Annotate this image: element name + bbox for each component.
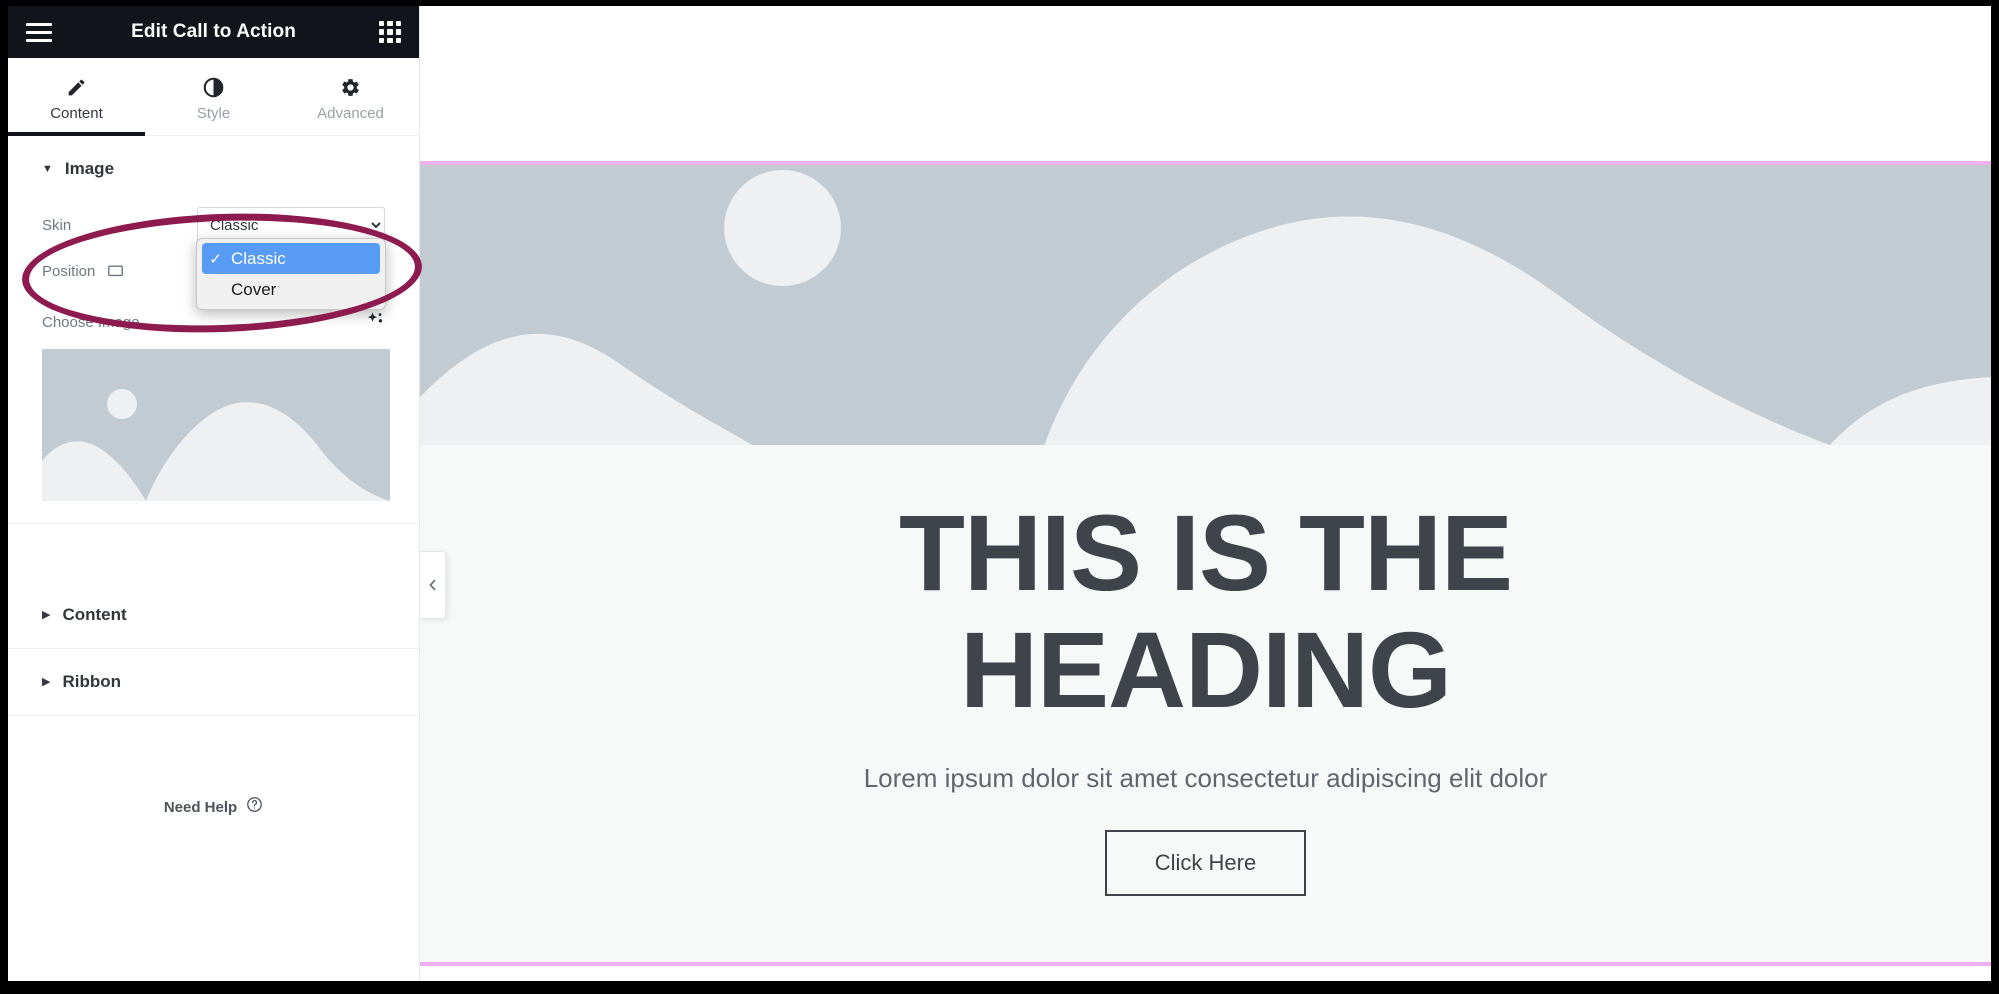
cta-description[interactable]: Lorem ipsum dolor sit amet consectetur a… bbox=[864, 763, 1548, 794]
app-viewport: THIS IS THE HEADING Lorem ipsum dolor si… bbox=[8, 6, 1991, 981]
panel-collapse-handle[interactable] bbox=[420, 551, 446, 619]
check-icon: ✓ bbox=[209, 250, 222, 268]
tab-advanced[interactable]: Advanced bbox=[282, 58, 419, 135]
pencil-icon bbox=[66, 77, 87, 98]
tab-content-label: Content bbox=[50, 105, 103, 122]
dropdown-option-cover-label: Cover bbox=[231, 279, 277, 299]
section-image-header[interactable]: ▼ Image bbox=[8, 136, 419, 202]
panel-tabs: Content Style Advanced bbox=[8, 58, 419, 136]
cta-body: THIS IS THE HEADING Lorem ipsum dolor si… bbox=[420, 445, 1991, 962]
grid-apps-icon[interactable] bbox=[379, 21, 401, 43]
section-image: ▼ Image Skin Classic Cover Position bbox=[8, 136, 419, 524]
skin-native-dropdown[interactable]: ✓ Classic Cover bbox=[196, 238, 386, 310]
skin-label: Skin bbox=[42, 216, 72, 234]
placeholder-landscape-icon bbox=[42, 349, 390, 501]
tab-content[interactable]: Content bbox=[8, 58, 145, 136]
editor-canvas: THIS IS THE HEADING Lorem ipsum dolor si… bbox=[420, 6, 1991, 981]
screenshot-root: THIS IS THE HEADING Lorem ipsum dolor si… bbox=[0, 0, 1999, 994]
question-circle-icon bbox=[246, 796, 263, 818]
dropdown-option-cover[interactable]: Cover bbox=[202, 274, 380, 305]
choose-image-label: Choose Image bbox=[42, 314, 140, 331]
gear-icon bbox=[340, 77, 361, 98]
need-help-link[interactable]: Need Help bbox=[8, 796, 419, 818]
placeholder-landscape-icon bbox=[420, 165, 1991, 445]
section-ribbon-title: Ribbon bbox=[62, 672, 122, 691]
tab-style[interactable]: Style bbox=[145, 58, 282, 135]
tab-advanced-label: Advanced bbox=[317, 105, 384, 122]
cta-hero-image[interactable] bbox=[420, 165, 1991, 445]
dropdown-option-classic[interactable]: ✓ Classic bbox=[202, 243, 380, 274]
caret-right-icon: ▶ bbox=[42, 675, 51, 688]
call-to-action-widget[interactable]: THIS IS THE HEADING Lorem ipsum dolor si… bbox=[420, 161, 1991, 966]
ai-sparkle-icon[interactable] bbox=[365, 310, 385, 335]
image-thumbnail[interactable] bbox=[42, 349, 390, 501]
tab-style-label: Style bbox=[196, 105, 231, 122]
section-content-title: Content bbox=[62, 605, 127, 624]
hamburger-icon[interactable] bbox=[26, 22, 52, 42]
choose-image-row: Choose Image bbox=[42, 310, 385, 335]
caret-down-icon: ▼ bbox=[42, 162, 53, 175]
elementor-settings-panel: Edit Call to Action Content Style Advanc… bbox=[8, 6, 424, 981]
section-ribbon-header[interactable]: ▶ Ribbon bbox=[8, 649, 419, 715]
section-content-header[interactable]: ▶ Content bbox=[8, 582, 419, 648]
cta-heading[interactable]: THIS IS THE HEADING bbox=[766, 494, 1646, 728]
section-ribbon: ▶ Ribbon bbox=[8, 649, 419, 716]
chevron-left-icon bbox=[428, 579, 436, 591]
desktop-monitor-icon[interactable] bbox=[107, 263, 124, 280]
panel-header: Edit Call to Action bbox=[8, 6, 419, 58]
contrast-half-circle-icon bbox=[203, 77, 224, 98]
panel-title: Edit Call to Action bbox=[131, 21, 296, 42]
position-label: Position bbox=[42, 262, 96, 280]
section-content: ▶ Content bbox=[8, 582, 419, 649]
need-help-label: Need Help bbox=[163, 798, 238, 816]
cta-click-here-button[interactable]: Click Here bbox=[1104, 829, 1307, 896]
dropdown-option-classic-label: Classic bbox=[231, 248, 286, 268]
section-image-title: Image bbox=[64, 159, 115, 178]
caret-right-icon: ▶ bbox=[42, 608, 51, 621]
